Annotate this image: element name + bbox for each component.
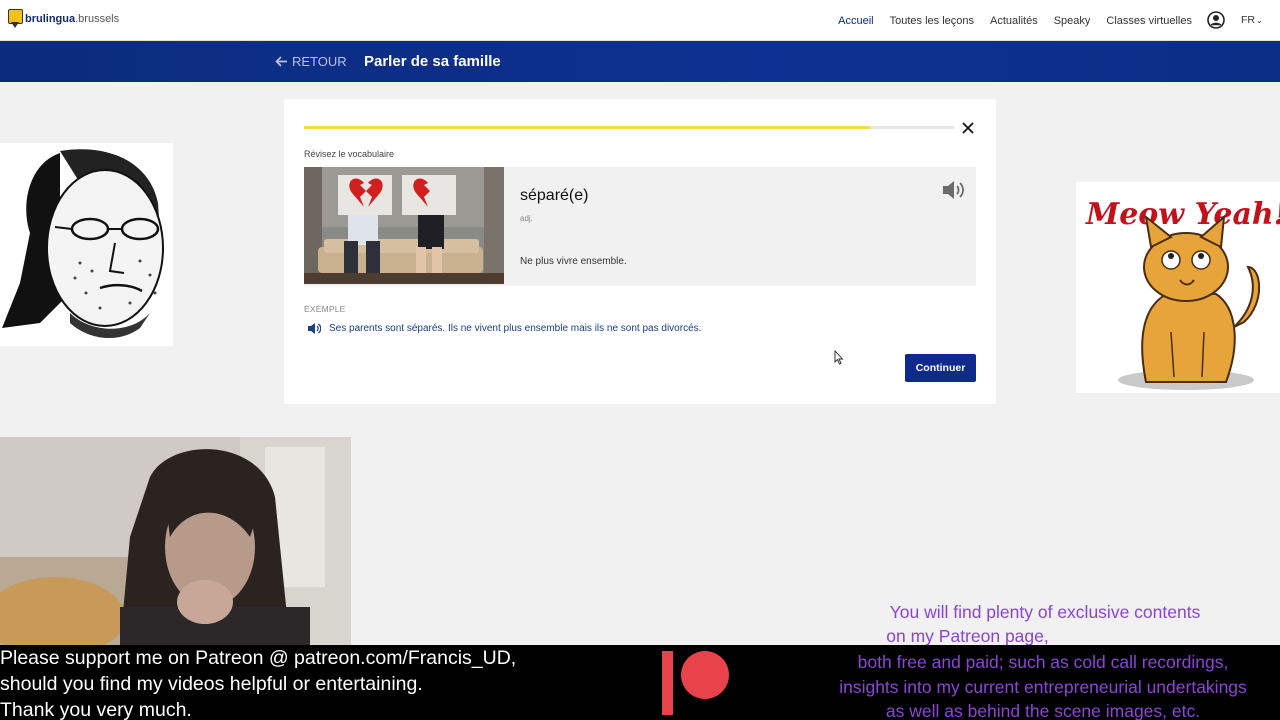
- meow-yeah-cat-image: Meow Yeah!: [1076, 182, 1280, 393]
- promo-bottom-line-3: as well as behind the scene images, etc.: [885, 701, 1201, 720]
- progress-fill: [304, 126, 870, 129]
- vocab-word: séparé(e): [520, 187, 589, 204]
- support-line-2: should you find my videos helpful or ent…: [0, 673, 423, 695]
- support-line-1: Please support me on Patreon @ patreon.c…: [0, 647, 517, 669]
- language-selector[interactable]: FR⌄: [1241, 14, 1263, 26]
- patreon-support-message: Please support me on Patreon @ patreon.c…: [0, 645, 516, 720]
- user-account-icon[interactable]: [1207, 11, 1225, 29]
- patreon-promo-top: You will find plenty of exclusive conten…: [800, 600, 1280, 648]
- nav-link-toutes-les-lecons[interactable]: Toutes les leçons: [890, 15, 974, 27]
- promo-top-line-1: You will find plenty of exclusive conten…: [889, 602, 1201, 622]
- example-row: Ses parents sont séparés. Ils ne vivent …: [307, 322, 701, 335]
- continue-button[interactable]: Continuer: [905, 354, 976, 382]
- lesson-header-bar: RETOUR Parler de sa famille: [0, 41, 1280, 82]
- back-button[interactable]: RETOUR: [275, 54, 347, 69]
- lesson-progress-bar: [304, 126, 954, 129]
- rage-face-image: [0, 143, 173, 346]
- webcam-feed: [0, 437, 351, 645]
- nav-link-speaky[interactable]: Speaky: [1054, 15, 1091, 27]
- patreon-promo-bottom: both free and paid; such as cold call re…: [800, 650, 1280, 720]
- lesson-title: Parler de sa famille: [364, 53, 501, 70]
- nav-link-classes-virtuelles[interactable]: Classes virtuelles: [1106, 15, 1192, 27]
- promo-bottom-line-2: insights into my current entrepreneurial…: [839, 676, 1247, 697]
- mouse-cursor-icon: [834, 350, 844, 365]
- vocab-panel: séparé(e) adj. Ne plus vivre ensemble.: [304, 167, 976, 286]
- back-label: RETOUR: [292, 54, 347, 69]
- logo-text-sub: .brussels: [75, 12, 120, 25]
- support-line-3: Thank you very much.: [0, 699, 192, 720]
- part-of-speech: adj.: [520, 214, 533, 223]
- close-icon[interactable]: [961, 121, 975, 135]
- nav-link-actualites[interactable]: Actualités: [990, 15, 1038, 27]
- nav-link-accueil[interactable]: Accueil: [838, 15, 873, 27]
- chevron-down-icon: ⌄: [1256, 16, 1263, 25]
- section-label: Révisez le vocabulaire: [304, 149, 395, 159]
- patreon-logo-icon: [662, 651, 729, 715]
- example-speaker-icon[interactable]: [307, 322, 321, 335]
- example-sentence: Ses parents sont séparés. Ils ne vivent …: [329, 323, 702, 334]
- logo-icon: [8, 9, 23, 28]
- logo-text-main: brulingua: [25, 12, 76, 25]
- promo-bottom-line-1: both free and paid; such as cold call re…: [857, 652, 1229, 672]
- top-nav: brulingua .brussels Accueil Toutes les l…: [0, 0, 1280, 41]
- speaker-icon[interactable]: [941, 179, 965, 201]
- nav-links: Accueil Toutes les leçons Actualités Spe…: [838, 0, 1192, 41]
- example-label: EXEMPLE: [304, 304, 346, 314]
- cat-caption: Meow Yeah!: [1085, 197, 1280, 232]
- brulingua-logo[interactable]: brulingua .brussels: [8, 9, 119, 28]
- vocabulary-card: Révisez le vocabulaire séparé(e) adj. Ne…: [284, 99, 996, 404]
- language-label: FR: [1241, 14, 1255, 26]
- vocab-definition: Ne plus vivre ensemble.: [520, 256, 627, 267]
- arrow-left-icon: [275, 56, 287, 67]
- separated-couple-image: [304, 167, 504, 284]
